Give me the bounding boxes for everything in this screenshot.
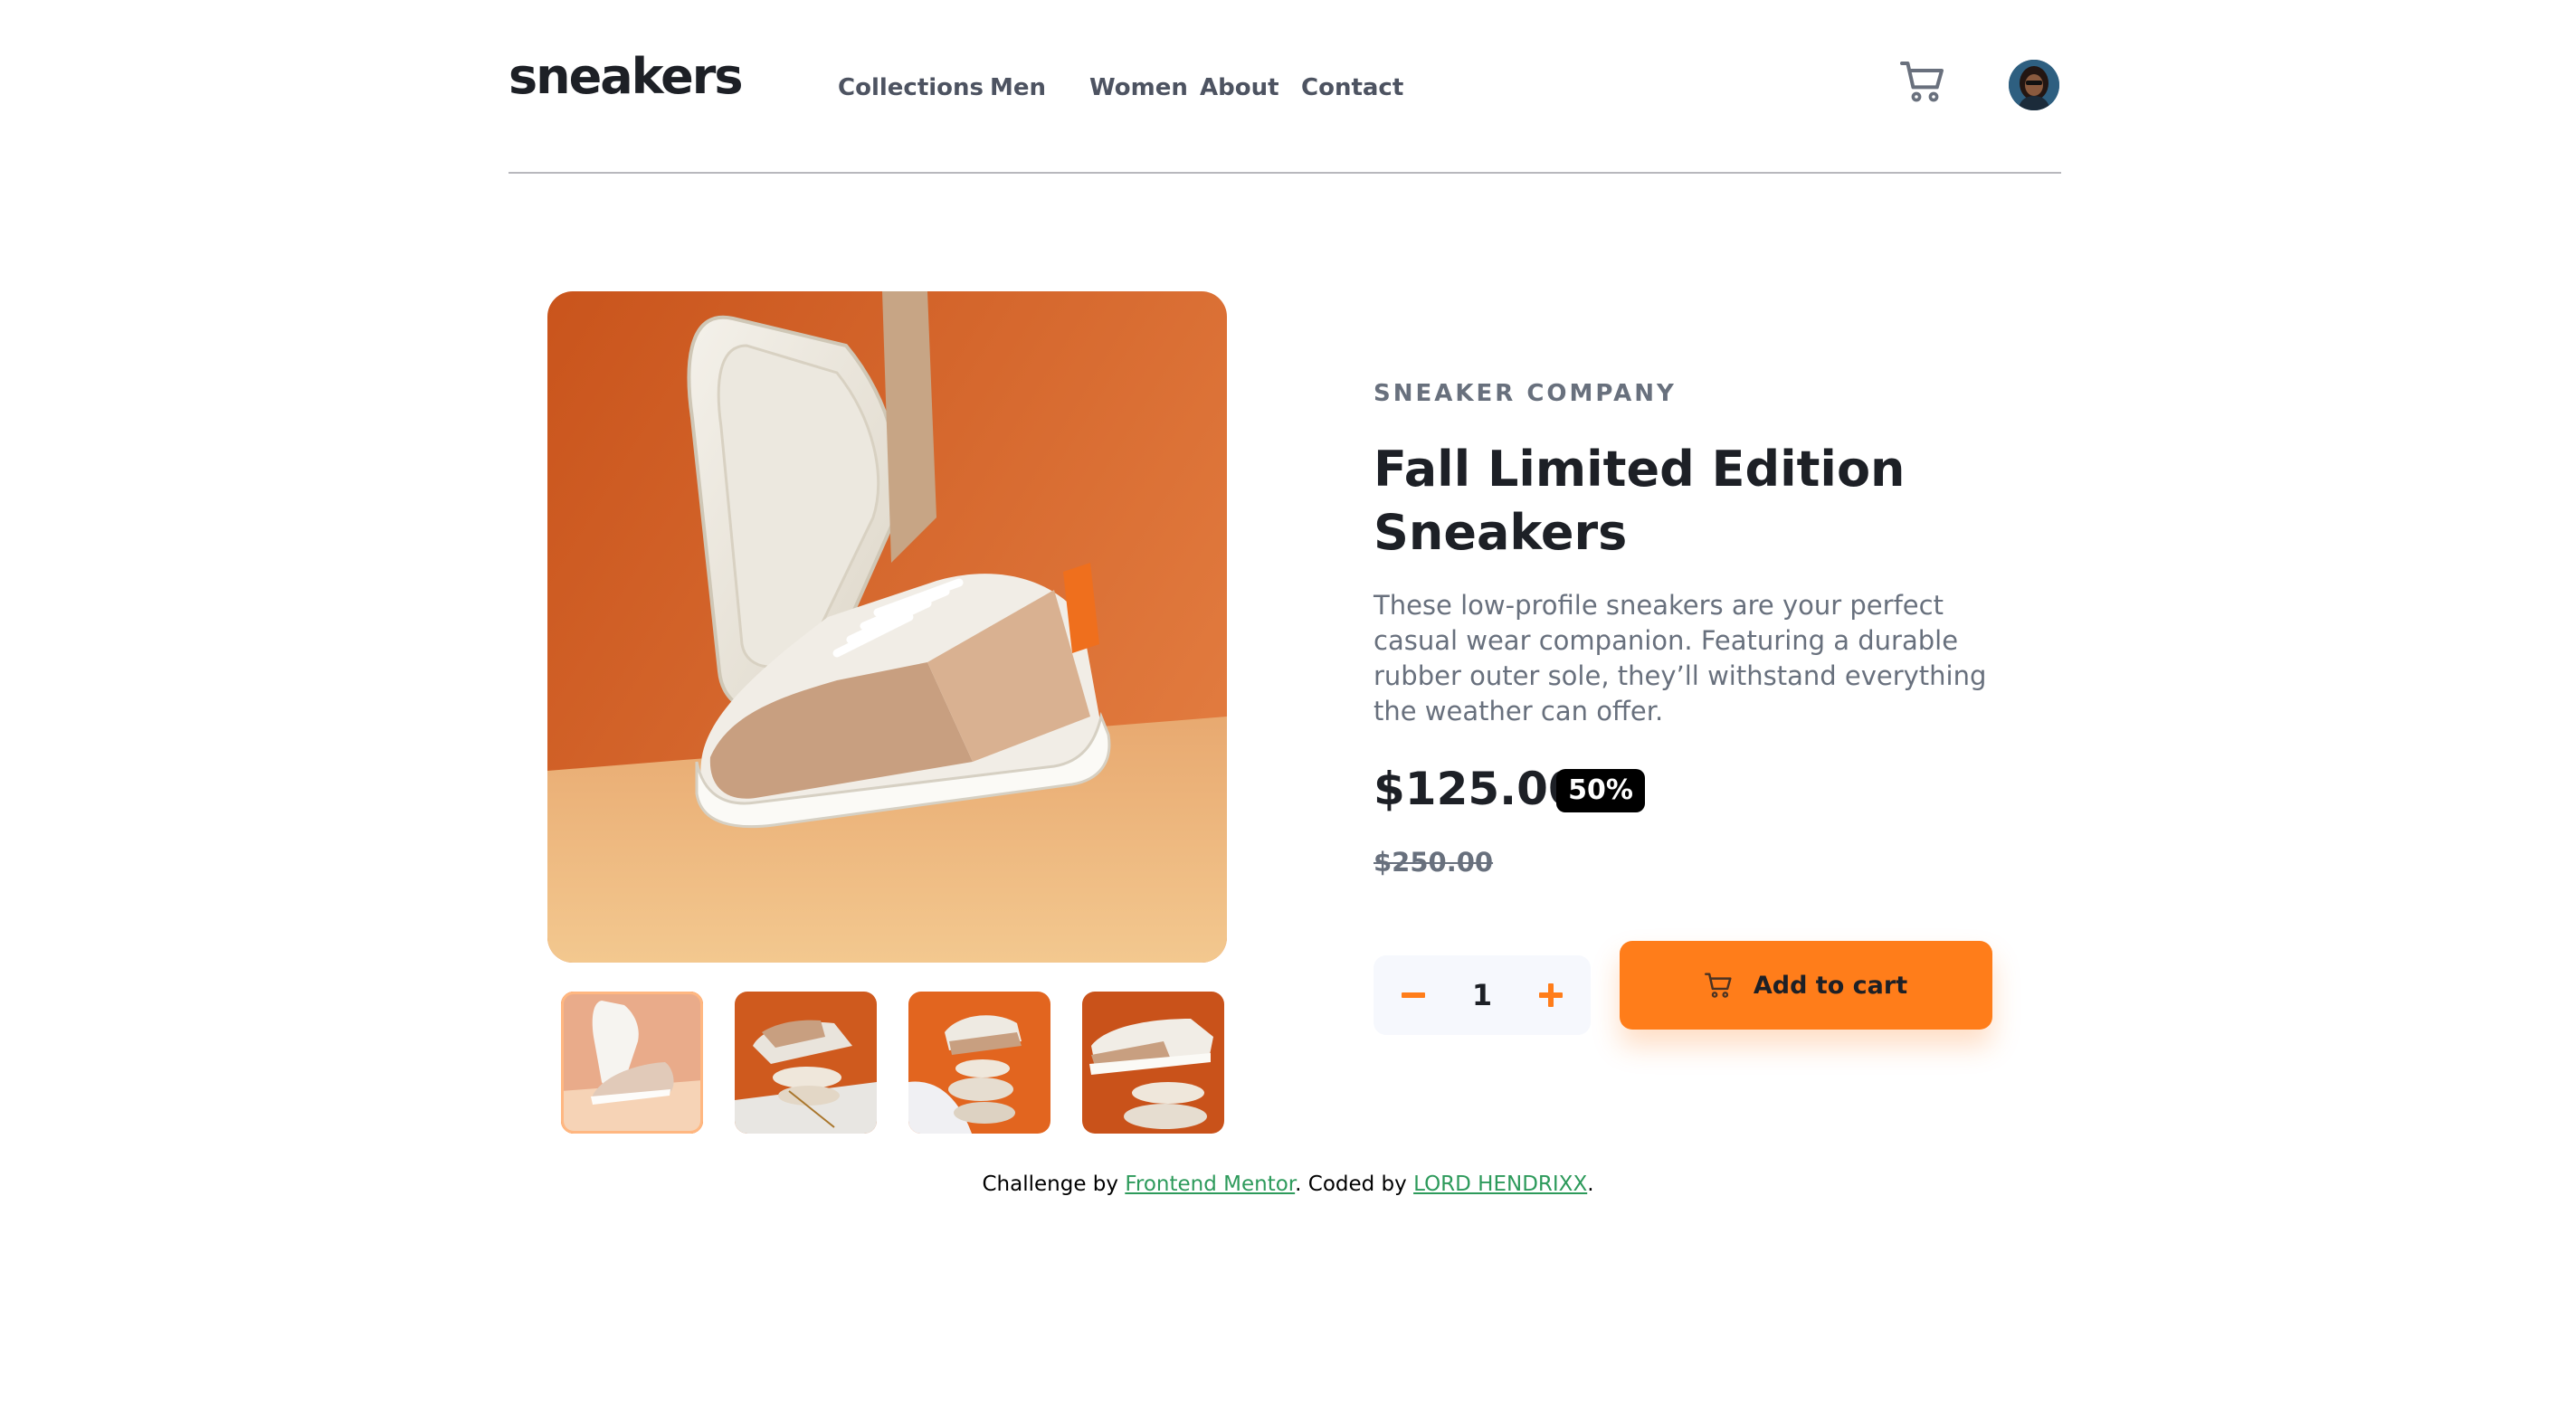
quantity-stepper: 1	[1374, 955, 1591, 1035]
cart-icon	[1704, 973, 1732, 998]
attribution: Challenge by Frontend Mentor. Coded by L…	[0, 1172, 2576, 1196]
thumbnail-3[interactable]	[908, 992, 1050, 1134]
thumbnail-3-image	[908, 992, 1050, 1134]
thumbnail-2-image	[735, 992, 877, 1134]
attribution-suffix: .	[1587, 1172, 1594, 1196]
product-description: These low-profile sneakers are your perf…	[1374, 590, 1987, 726]
decrease-quantity-button[interactable]	[1386, 955, 1440, 1035]
company-name: SNEAKER COMPANY	[1374, 380, 1677, 407]
nav-contact[interactable]: Contact	[1301, 71, 1403, 104]
attribution-middle: . Coded by	[1295, 1172, 1414, 1196]
discount-badge: 50%	[1556, 769, 1645, 812]
current-price: $125.00	[1374, 763, 1580, 815]
cart-icon	[1900, 62, 1944, 102]
minus-icon	[1402, 992, 1425, 998]
frontend-mentor-link[interactable]: Frontend Mentor	[1125, 1172, 1295, 1196]
thumbnail-1-image	[561, 992, 703, 1134]
quantity-value: 1	[1471, 978, 1493, 1012]
product-title: Fall Limited Edition Sneakers	[1374, 441, 1906, 561]
increase-quantity-button[interactable]	[1524, 955, 1578, 1035]
nav-about[interactable]: About	[1200, 71, 1279, 104]
site-header: sneakers Collections Men Women About Con…	[509, 0, 2061, 174]
product-main-image[interactable]	[547, 291, 1227, 963]
thumbnail-2[interactable]	[735, 992, 877, 1134]
sneaker-photo	[547, 291, 1227, 963]
nav-collections[interactable]: Collections	[838, 71, 984, 104]
logo[interactable]: sneakers	[509, 52, 744, 101]
thumbnail-1[interactable]	[561, 992, 703, 1134]
original-price: $250.00	[1374, 847, 1494, 878]
thumbnail-4-image	[1082, 992, 1224, 1134]
author-link[interactable]: LORD HENDRIXX	[1413, 1172, 1587, 1196]
plus-icon	[1539, 983, 1563, 1007]
user-avatar[interactable]	[2009, 60, 2059, 110]
nav-men[interactable]: Men	[990, 71, 1046, 104]
avatar-image	[2009, 60, 2059, 110]
thumbnail-strip	[561, 992, 1224, 1134]
add-to-cart-button[interactable]: Add to cart	[1620, 941, 1992, 1030]
add-to-cart-label: Add to cart	[1753, 971, 1908, 1000]
thumbnail-4[interactable]	[1082, 992, 1224, 1134]
nav-women[interactable]: Women	[1089, 71, 1188, 104]
attribution-prefix: Challenge by	[982, 1172, 1126, 1196]
cart-button[interactable]	[1900, 60, 1947, 103]
